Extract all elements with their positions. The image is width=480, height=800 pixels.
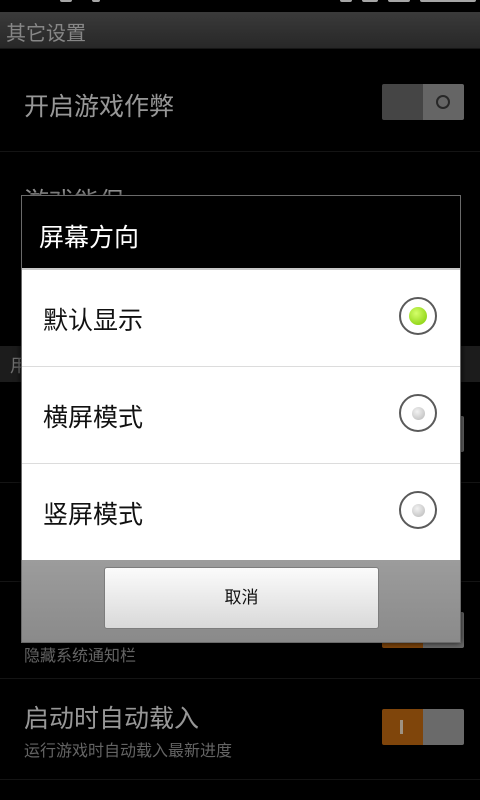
option-list: 默认显示 横屏模式 竖屏模式 (22, 270, 460, 560)
dialog-title: 屏幕方向 (39, 223, 140, 252)
option-landscape[interactable]: 横屏模式 (22, 367, 460, 464)
orientation-dialog: 屏幕方向 默认显示 横屏模式 竖屏模式 取消 (21, 195, 461, 643)
option-default[interactable]: 默认显示 (22, 270, 460, 367)
radio-button[interactable] (399, 491, 437, 529)
option-label: 默认显示 (43, 306, 144, 335)
dialog-footer: 取消 (22, 560, 460, 642)
cancel-button[interactable]: 取消 (104, 567, 379, 629)
option-portrait[interactable]: 竖屏模式 (22, 464, 460, 560)
option-label: 竖屏模式 (43, 500, 144, 529)
radio-button[interactable] (399, 394, 437, 432)
option-label: 横屏模式 (43, 403, 144, 432)
radio-button-checked[interactable] (399, 297, 437, 335)
dialog-title-bar: 屏幕方向 (22, 196, 460, 270)
